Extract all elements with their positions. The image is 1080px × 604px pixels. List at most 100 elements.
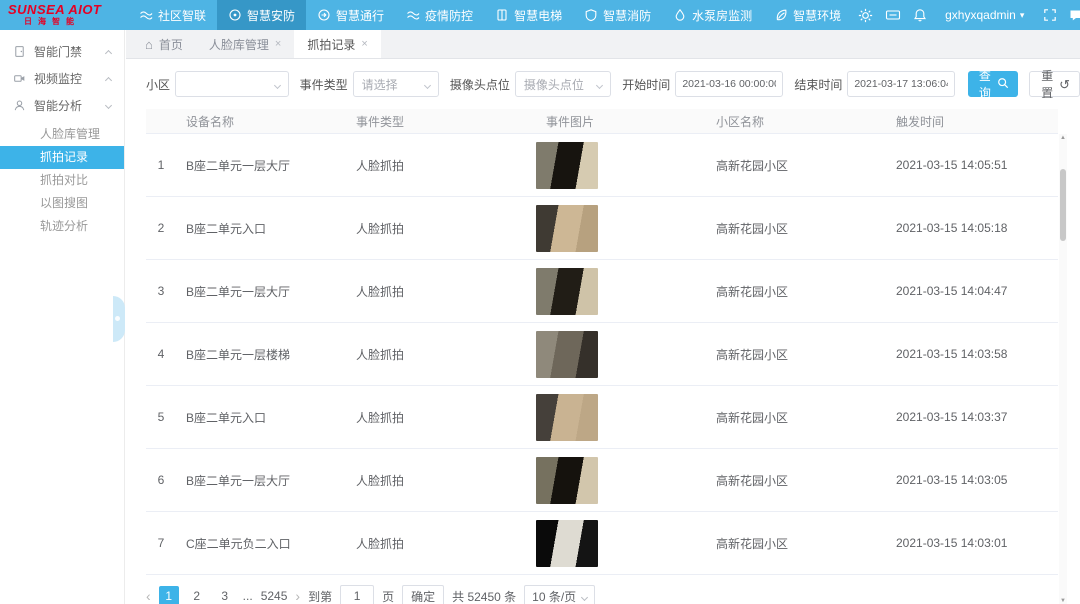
sidebar-item-label: 智能门禁 bbox=[34, 43, 82, 60]
event-image-cell bbox=[536, 457, 706, 504]
page-number[interactable]: 3 bbox=[215, 586, 235, 604]
surveillance-thumbnail[interactable] bbox=[536, 520, 598, 567]
sidebar-item-video-monitor[interactable]: 视频监控 bbox=[0, 65, 124, 92]
page-size-select[interactable]: 10 条/页 bbox=[524, 585, 595, 604]
table-row[interactable]: 2 B座二单元入口 人脸抓拍 高新花园小区 2021-03-15 14:05:1… bbox=[146, 197, 1058, 260]
sidebar-item-capture-compare[interactable]: 抓拍对比 bbox=[0, 169, 124, 192]
event-type-select[interactable]: 请选择 bbox=[353, 71, 439, 97]
elevator-icon bbox=[495, 8, 509, 22]
sidebar-item-capture-records[interactable]: 抓拍记录 bbox=[0, 146, 124, 169]
page-size-value: 10 条/页 bbox=[532, 588, 576, 604]
surveillance-thumbnail[interactable] bbox=[536, 457, 598, 504]
surveillance-thumbnail[interactable] bbox=[536, 394, 598, 441]
time-column-header: 触发时间 bbox=[886, 113, 1058, 130]
sidebar-item-door-access[interactable]: 智能门禁 bbox=[0, 38, 124, 65]
settings-gear-icon[interactable] bbox=[852, 0, 879, 30]
device-name-cell: B座二单元一层大厅 bbox=[176, 157, 346, 174]
scrollbar-thumb[interactable] bbox=[1060, 169, 1066, 241]
nav-item-epidemic[interactable]: 疫情防控 bbox=[395, 0, 484, 30]
prev-page-icon[interactable]: ‹ bbox=[146, 588, 151, 604]
camera-label: 摄像头点位 bbox=[450, 76, 510, 93]
scroll-up-icon[interactable]: ▲ bbox=[1059, 134, 1067, 143]
tab-home[interactable]: ⌂ 首页 bbox=[132, 30, 196, 58]
filter-bar: 小区 事件类型 请选择 摄像头点位 摄像头点位 开始时间 结束时间 查询 bbox=[126, 59, 1080, 109]
device-column-header: 设备名称 bbox=[176, 113, 346, 130]
tab-face-library[interactable]: 人脸库管理 × bbox=[196, 30, 294, 58]
total-count-label: 共 52450 条 bbox=[452, 588, 516, 604]
nav-item-elevator[interactable]: 智慧电梯 bbox=[484, 0, 573, 30]
nav-label: 疫情防控 bbox=[425, 7, 473, 24]
pagination: ‹ 1 2 3 ... 5245 › 到第 页 确定 共 52450 条 10 … bbox=[146, 585, 1060, 604]
nav-item-environment[interactable]: 智慧环境 bbox=[763, 0, 852, 30]
community-cell: 高新花园小区 bbox=[706, 346, 886, 363]
user-menu[interactable]: gxhyxqadmin ▾ bbox=[933, 8, 1036, 22]
community-select[interactable] bbox=[175, 71, 289, 97]
event-image-cell bbox=[536, 268, 706, 315]
username: gxhyxqadmin bbox=[945, 8, 1016, 22]
page-number[interactable]: 5245 bbox=[261, 586, 288, 604]
event-type-cell: 人脸抓拍 bbox=[346, 220, 536, 237]
sidebar-collapse-handle[interactable] bbox=[113, 296, 125, 342]
table-row[interactable]: 3 B座二单元一层大厅 人脸抓拍 高新花园小区 2021-03-15 14:04… bbox=[146, 260, 1058, 323]
sidebar-item-image-search[interactable]: 以图搜图 bbox=[0, 192, 124, 215]
top-nav: 社区智联 智慧安防 智慧通行 疫情防控 智慧电梯 智慧消防 bbox=[128, 0, 852, 30]
row-index: 1 bbox=[146, 158, 176, 172]
row-index: 6 bbox=[146, 473, 176, 487]
goto-confirm-button[interactable]: 确定 bbox=[402, 585, 444, 604]
nav-item-community-link[interactable]: 社区智联 bbox=[128, 0, 217, 30]
page-number[interactable]: 1 bbox=[159, 586, 179, 604]
reset-button[interactable]: 重置 ↺ bbox=[1029, 71, 1080, 97]
page-ellipsis: ... bbox=[243, 589, 253, 603]
row-index: 4 bbox=[146, 347, 176, 361]
table-row[interactable]: 1 B座二单元一层大厅 人脸抓拍 高新花园小区 2021-03-15 14:05… bbox=[146, 134, 1058, 197]
event-type-cell: 人脸抓拍 bbox=[346, 283, 536, 300]
goto-page-label: 到第 bbox=[308, 588, 332, 604]
nav-label: 水泵房监测 bbox=[692, 7, 752, 24]
table-row[interactable]: 7 C座二单元负二入口 人脸抓拍 高新花园小区 2021-03-15 14:03… bbox=[146, 512, 1058, 575]
sidebar-item-track-analysis[interactable]: 轨迹分析 bbox=[0, 215, 124, 238]
trigger-time-cell: 2021-03-15 14:04:47 bbox=[886, 284, 1058, 298]
event-type-label: 事件类型 bbox=[300, 76, 348, 93]
community-cell: 高新花园小区 bbox=[706, 535, 886, 552]
start-time-input[interactable] bbox=[675, 71, 783, 97]
message-bubble-icon[interactable] bbox=[1063, 0, 1080, 30]
close-icon[interactable]: × bbox=[361, 38, 367, 50]
goto-page-input[interactable] bbox=[340, 585, 374, 604]
page-number[interactable]: 2 bbox=[187, 586, 207, 604]
table-row[interactable]: 5 B座二单元入口 人脸抓拍 高新花园小区 2021-03-15 14:03:3… bbox=[146, 386, 1058, 449]
nav-item-security[interactable]: 智慧安防 bbox=[217, 0, 306, 30]
nav-label: 智慧安防 bbox=[247, 7, 295, 24]
surveillance-thumbnail[interactable] bbox=[536, 142, 598, 189]
sidebar-item-smart-analysis[interactable]: 智能分析 bbox=[0, 92, 124, 119]
trigger-time-cell: 2021-03-15 14:03:05 bbox=[886, 473, 1058, 487]
community-cell: 高新花园小区 bbox=[706, 472, 886, 489]
end-time-label: 结束时间 bbox=[794, 76, 842, 93]
leaf-icon bbox=[774, 8, 788, 22]
tab-bar: ⌂ 首页 人脸库管理 × 抓拍记录 × bbox=[126, 30, 1080, 59]
door-access-icon bbox=[13, 45, 26, 58]
table-row[interactable]: 6 B座二单元一层大厅 人脸抓拍 高新花园小区 2021-03-15 14:03… bbox=[146, 449, 1058, 512]
event-type-placeholder: 请选择 bbox=[362, 76, 398, 93]
surveillance-thumbnail[interactable] bbox=[536, 331, 598, 378]
nav-item-pump-room[interactable]: 水泵房监测 bbox=[662, 0, 763, 30]
sidebar-item-face-library[interactable]: 人脸库管理 bbox=[0, 123, 124, 146]
surveillance-thumbnail[interactable] bbox=[536, 268, 598, 315]
surveillance-thumbnail[interactable] bbox=[536, 205, 598, 252]
nav-item-fire[interactable]: 智慧消防 bbox=[573, 0, 662, 30]
close-icon[interactable]: × bbox=[275, 38, 281, 50]
next-page-icon[interactable]: › bbox=[295, 588, 300, 604]
table-row[interactable]: 4 B座二单元一层楼梯 人脸抓拍 高新花园小区 2021-03-15 14:03… bbox=[146, 323, 1058, 386]
event-image-column-header: 事件图片 bbox=[536, 113, 706, 130]
nav-item-passage[interactable]: 智慧通行 bbox=[306, 0, 395, 30]
camera-select[interactable]: 摄像头点位 bbox=[515, 71, 611, 97]
fullscreen-icon[interactable] bbox=[1036, 0, 1063, 30]
scroll-down-icon[interactable]: ▼ bbox=[1059, 597, 1067, 604]
chevron-up-icon bbox=[106, 48, 111, 56]
search-button[interactable]: 查询 bbox=[968, 71, 1018, 97]
tab-capture-records[interactable]: 抓拍记录 × bbox=[294, 30, 380, 58]
nav-label: 智慧通行 bbox=[336, 7, 384, 24]
notification-bell-icon[interactable] bbox=[906, 0, 933, 30]
device-name-cell: B座二单元入口 bbox=[176, 409, 346, 426]
id-card-icon[interactable] bbox=[879, 0, 906, 30]
end-time-input[interactable] bbox=[847, 71, 955, 97]
